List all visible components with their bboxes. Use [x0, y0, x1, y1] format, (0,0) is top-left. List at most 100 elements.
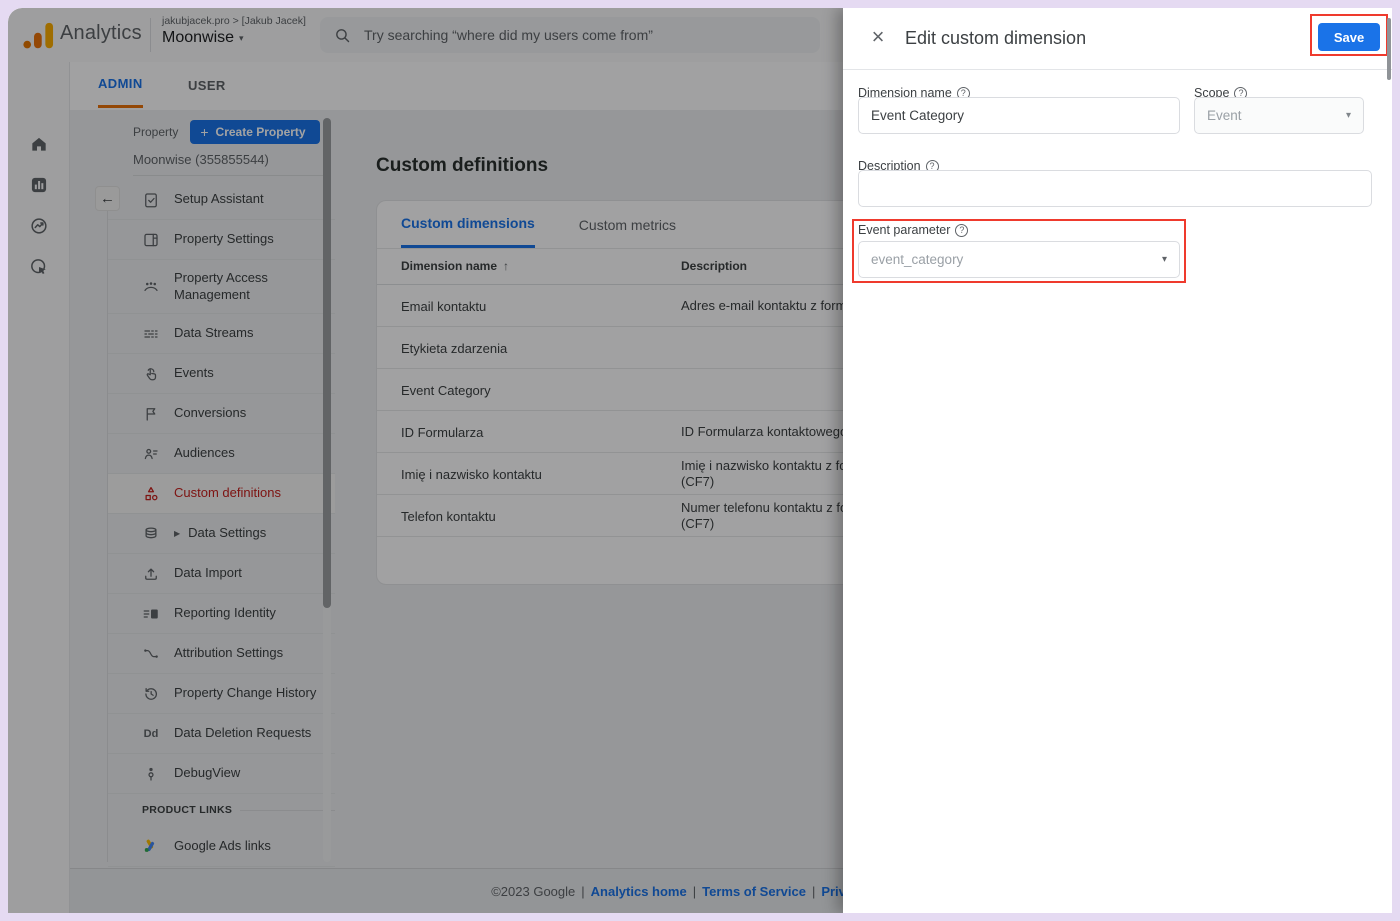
plus-icon: + — [200, 124, 209, 140]
sidebar-item-setup-assistant[interactable]: Setup Assistant — [108, 180, 335, 220]
sidebar-item-audiences[interactable]: Audiences — [108, 434, 335, 474]
property-switcher-label: Moonwise — [162, 29, 235, 46]
create-property-button[interactable]: + Create Property — [190, 120, 320, 144]
tab-custom-metrics[interactable]: Custom metrics — [579, 201, 676, 248]
property-access-icon — [144, 281, 158, 291]
property-nav-list: Setup Assistant Property Settings Proper… — [108, 180, 335, 906]
description-input[interactable] — [858, 170, 1372, 207]
data-streams-icon — [144, 329, 158, 338]
tab-user-label: USER — [188, 77, 226, 93]
sidebar-item-property-access-management[interactable]: Property Access Management — [108, 260, 335, 314]
cell-description: Imię i nazwisko kontaktu z fo (CF7) — [681, 458, 847, 489]
sidebar-item-label: Data Import — [174, 565, 242, 581]
property-column-header: Property + Create Property — [133, 120, 320, 144]
help-icon[interactable]: ? — [955, 223, 969, 237]
custom-definitions-icon — [145, 486, 158, 500]
event-parameter-dropdown[interactable]: event_category ▾ — [858, 241, 1180, 278]
chevron-down-icon: ▾ — [239, 32, 244, 43]
sidebar-item-attribution-settings[interactable]: Attribution Settings — [108, 634, 335, 674]
copyright-text: ©2023 Google — [491, 884, 576, 899]
sidebar-item-label: Data Settings — [188, 525, 267, 541]
sidebar-item-label: Reporting Identity — [174, 605, 276, 621]
sidebar-item-events[interactable]: Events — [108, 354, 335, 394]
advertising-nav-button[interactable] — [21, 249, 57, 285]
reports-nav-button[interactable] — [21, 167, 57, 203]
account-breadcrumb[interactable]: jakubjacek.pro > [Jakub Jacek] — [162, 15, 306, 27]
property-list-scrollbar[interactable] — [323, 118, 331, 862]
tab-admin[interactable]: ADMIN — [98, 62, 143, 108]
edit-custom-dimension-panel: × Edit custom dimension Save Dimension n… — [843, 8, 1392, 913]
page-title: Custom definitions — [376, 155, 549, 176]
sidebar-item-label: Data Deletion Requests — [174, 725, 312, 741]
annotation-box-save: Save — [1310, 14, 1388, 56]
scrollbar-thumb[interactable] — [323, 118, 331, 608]
footer-separator: | — [692, 884, 697, 899]
sidebar-item-label: Property Settings — [174, 231, 274, 247]
sidebar-item-data-deletion-requests[interactable]: Dd Data Deletion Requests — [108, 714, 335, 754]
collapse-panel-button[interactable]: ← — [95, 186, 120, 211]
expand-caret-icon: ▶ — [174, 529, 181, 538]
sidebar-item-label: DebugView — [174, 765, 241, 781]
save-button[interactable]: Save — [1318, 23, 1380, 51]
cell-dimension-name: Telefon kontaktu — [401, 508, 496, 524]
debugview-icon — [148, 767, 154, 781]
column-description: Description — [681, 259, 748, 273]
sidebar-item-reporting-identity[interactable]: Reporting Identity — [108, 594, 335, 634]
property-column-label: Property — [133, 125, 179, 139]
data-settings-icon — [145, 526, 157, 538]
sidebar-item-label: Custom definitions — [174, 485, 281, 501]
topbar-divider — [150, 18, 151, 52]
sidebar-item-label: Property Access Management — [174, 270, 268, 302]
sidebar-item-label: Property Change History — [174, 685, 317, 701]
panel-title: Edit custom dimension — [905, 28, 1087, 48]
column-dimension-name[interactable]: Dimension name — [401, 259, 497, 273]
sidebar-item-data-settings[interactable]: ▶ Data Settings — [108, 514, 335, 554]
sidebar-item-label: Events — [174, 365, 214, 381]
data-import-icon — [145, 567, 157, 580]
cell-dimension-name: Imię i nazwisko kontaktu — [401, 466, 542, 482]
tab-user[interactable]: USER — [188, 62, 226, 108]
product-name: Analytics — [60, 22, 142, 44]
panel-scrollbar-thumb[interactable] — [1387, 18, 1391, 80]
sidebar-item-conversions[interactable]: Conversions — [108, 394, 335, 434]
tab-label: Custom dimensions — [401, 215, 535, 231]
cell-dimension-name: Email kontaktu — [401, 298, 487, 314]
tab-custom-dimensions[interactable]: Custom dimensions — [401, 201, 535, 248]
search-icon — [336, 28, 350, 42]
sidebar-item-label: Google Ads links — [174, 837, 271, 853]
home-icon — [32, 137, 46, 151]
conversions-flag-icon — [146, 407, 156, 421]
sidebar-item-label: Audiences — [174, 445, 235, 461]
property-settings-icon — [144, 233, 158, 246]
sidebar-item-custom-definitions[interactable]: Custom definitions — [108, 474, 335, 514]
close-button[interactable]: × — [865, 24, 891, 50]
property-switcher[interactable]: Moonwise ▾ — [162, 29, 244, 47]
explore-nav-button[interactable] — [21, 208, 57, 244]
field-label-text: Event parameter — [858, 223, 951, 237]
cell-description: Numer telefonu kontaktu z fo (CF7) — [681, 500, 848, 531]
create-property-label: Create Property — [215, 125, 306, 139]
product-links-header: PRODUCT LINKS — [108, 794, 335, 826]
cell-dimension-name: Event Category — [401, 382, 491, 398]
history-icon — [145, 687, 157, 700]
scope-dropdown: Event ▾ — [1194, 97, 1364, 134]
sort-ascending-icon[interactable]: ↑ — [503, 259, 509, 273]
dimension-name-input[interactable] — [858, 97, 1180, 134]
selected-property-name[interactable]: Moonwise (355855544) — [133, 152, 323, 176]
cell-dimension-name: ID Formularza — [401, 424, 484, 440]
sidebar-item-property-change-history[interactable]: Property Change History — [108, 674, 335, 714]
sidebar-item-label: Attribution Settings — [174, 645, 284, 661]
footer-link-terms[interactable]: Terms of Service — [702, 884, 806, 899]
search-input[interactable] — [364, 27, 784, 43]
dropdown-caret-icon: ▾ — [1161, 254, 1167, 265]
footer-link-analytics-home[interactable]: Analytics home — [591, 884, 687, 899]
sidebar-item-data-streams[interactable]: Data Streams — [108, 314, 335, 354]
home-nav-button[interactable] — [21, 126, 57, 162]
attribution-settings-icon — [144, 648, 158, 658]
search-bar[interactable] — [320, 17, 820, 53]
cell-description: Adres e-mail kontaktu z formu — [681, 298, 854, 313]
sidebar-item-google-ads-links[interactable]: Google Ads links — [108, 826, 335, 866]
sidebar-item-debugview[interactable]: DebugView — [108, 754, 335, 794]
sidebar-item-data-import[interactable]: Data Import — [108, 554, 335, 594]
sidebar-item-property-settings[interactable]: Property Settings — [108, 220, 335, 260]
